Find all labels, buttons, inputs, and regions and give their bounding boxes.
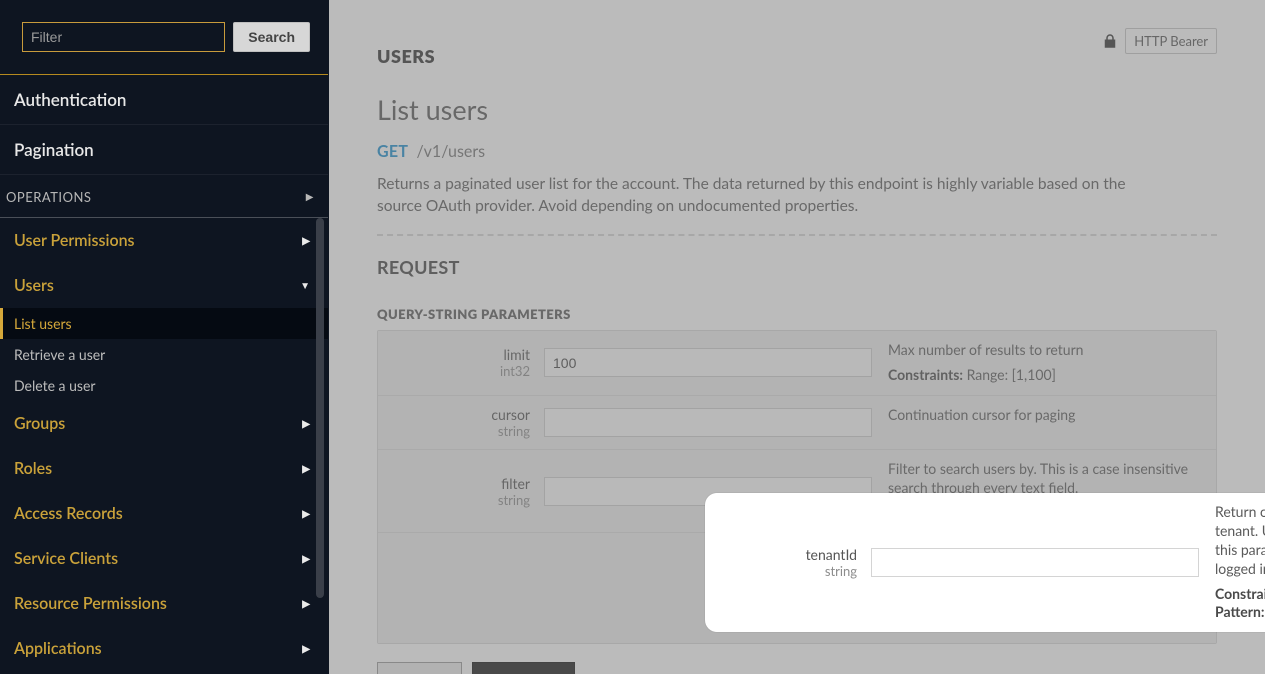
param-type: string <box>498 492 530 508</box>
auth-badge[interactable]: HTTP Bearer <box>1101 28 1217 54</box>
param-desc: Filter to search users by. This is a cas… <box>888 460 1204 498</box>
constraints-label: Constraints: <box>888 366 963 383</box>
nav-group-label: Roles <box>14 459 52 478</box>
pattern-label: Pattern: <box>1215 603 1264 620</box>
param-type: string <box>825 563 857 579</box>
param-input-limit[interactable] <box>544 348 872 377</box>
filter-input[interactable] <box>22 22 225 52</box>
section-label-operations[interactable]: OPERATIONS ▶ <box>0 175 328 218</box>
clear-button[interactable]: CLEAR <box>377 662 462 674</box>
param-name: tenantId <box>806 546 857 563</box>
nav-group-label: Resource Permissions <box>14 594 167 613</box>
param-desc: Return only users that are part of the s… <box>1215 503 1265 579</box>
http-method: GET <box>377 142 408 161</box>
sidebar-item-retrieve-user[interactable]: Retrieve a user <box>0 339 328 370</box>
search-button[interactable]: Search <box>233 22 310 52</box>
chevron-right-icon: ▶ <box>302 598 310 610</box>
chevron-right-icon: ▶ <box>302 643 310 655</box>
nav-group-applications[interactable]: Applications ▶ <box>0 626 328 671</box>
sidebar: Search Authentication Pagination OPERATI… <box>0 0 329 674</box>
lock-icon <box>1101 32 1119 50</box>
param-input-tenantid[interactable] <box>871 548 1199 577</box>
nav-group-label: Users <box>14 276 54 295</box>
chevron-right-icon: ▶ <box>306 191 314 203</box>
chevron-right-icon: ▶ <box>302 553 310 565</box>
resource-heading: USERS <box>377 45 435 67</box>
nav-group-roles[interactable]: Roles ▶ <box>0 446 328 491</box>
nav-group-user-permissions[interactable]: User Permissions ▶ <box>0 218 328 263</box>
nav-group-groups[interactable]: Groups ▶ <box>0 401 328 446</box>
param-name: limit <box>503 346 530 363</box>
execute-button[interactable]: EXECUTE <box>472 662 575 674</box>
endpoint-description: Returns a paginated user list for the ac… <box>377 173 1157 218</box>
nav-group-label: Applications <box>14 639 102 658</box>
nav-group-label: Access Records <box>14 504 123 523</box>
scrollbar-thumb[interactable] <box>316 218 324 598</box>
nav-group-label: Service Clients <box>14 549 118 568</box>
chevron-right-icon: ▶ <box>302 418 310 430</box>
nav-link-pagination[interactable]: Pagination <box>0 125 328 175</box>
param-desc: Continuation cursor for paging <box>888 406 1204 425</box>
param-name: cursor <box>491 406 530 423</box>
constraints-label: Constraints: <box>1215 585 1265 602</box>
sidebar-search-row: Search <box>0 0 328 74</box>
nav-group-label: User Permissions <box>14 231 135 250</box>
nav-group-resource-permissions[interactable]: Resource Permissions ▶ <box>0 581 328 626</box>
page-title: List users <box>377 93 1217 126</box>
chevron-right-icon: ▶ <box>302 463 310 475</box>
request-heading: REQUEST <box>377 256 1217 278</box>
auth-scheme-chip[interactable]: HTTP Bearer <box>1125 28 1217 54</box>
query-params-heading: QUERY-STRING PARAMETERS <box>377 306 1217 322</box>
chevron-down-icon: ▼ <box>300 280 310 292</box>
section-label-text: OPERATIONS <box>6 189 91 205</box>
nav-group-users[interactable]: Users ▼ <box>0 263 328 308</box>
nav-group-label: Groups <box>14 414 65 433</box>
divider <box>377 234 1217 236</box>
param-row-cursor: cursorstring Continuation cursor for pag… <box>378 395 1216 449</box>
param-row-limit: limitint32 Max number of results to retu… <box>378 331 1216 395</box>
nav-link-authentication[interactable]: Authentication <box>0 75 328 125</box>
param-name: filter <box>501 475 530 492</box>
nav-scroll: User Permissions ▶ Users ▼ List users Re… <box>0 218 328 674</box>
param-type: int32 <box>500 363 530 379</box>
chevron-right-icon: ▶ <box>302 508 310 520</box>
param-desc: Max number of results to return <box>888 341 1204 360</box>
nav-group-service-clients[interactable]: Service Clients ▶ <box>0 536 328 581</box>
endpoint-line: GET /v1/users <box>377 142 1217 161</box>
param-input-cursor[interactable] <box>544 408 872 437</box>
sidebar-item-list-users[interactable]: List users <box>0 308 328 339</box>
endpoint-path: /v1/users <box>416 142 485 161</box>
param-type: string <box>498 423 530 439</box>
param-row-tenantid: tenantIdstring Return only users that ar… <box>706 493 1265 632</box>
sidebar-item-delete-user[interactable]: Delete a user <box>0 370 328 401</box>
constraints-text: Range: [1,100] <box>963 366 1056 383</box>
chevron-right-icon: ▶ <box>302 235 310 247</box>
nav-group-access-records[interactable]: Access Records ▶ <box>0 491 328 536</box>
